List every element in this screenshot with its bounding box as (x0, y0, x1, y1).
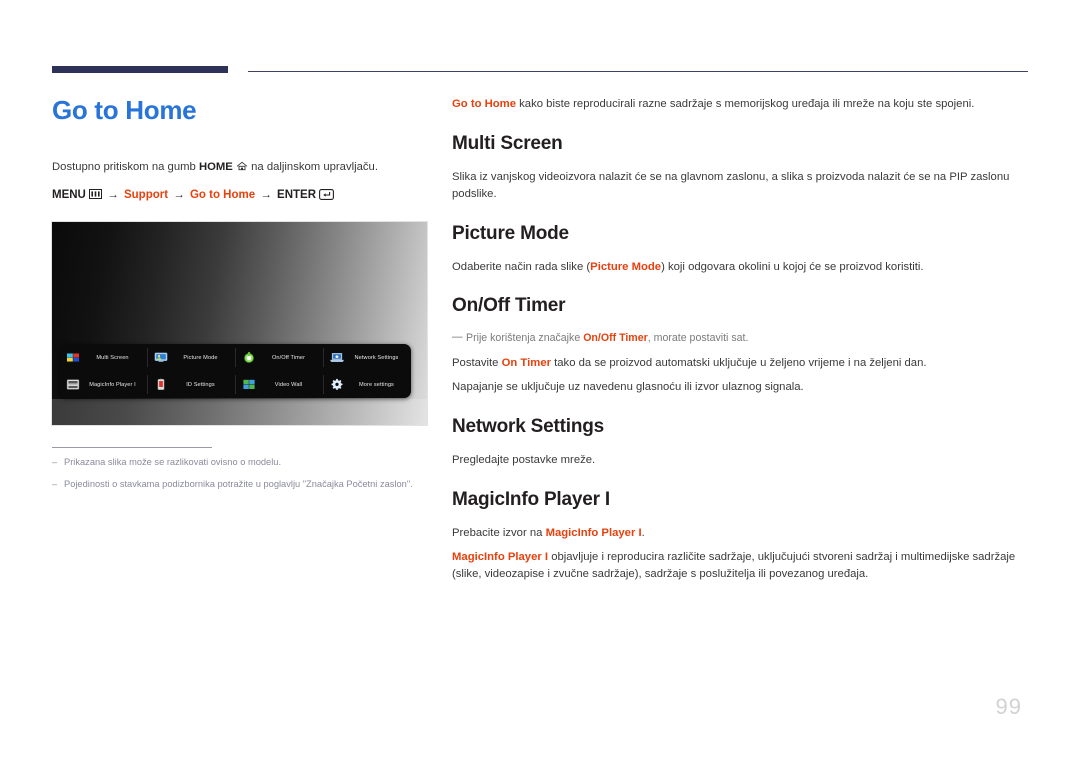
intro-paragraph-rest: kako biste reproducirali razne sadržaje … (516, 98, 975, 110)
osd-item-id-settings[interactable]: ID Settings (147, 371, 235, 398)
remote-instruction-prefix: Dostupno pritiskom na gumb (52, 160, 199, 173)
home-osd-menu: Multi Screen Picture Mode On/Off Timer N… (59, 344, 411, 399)
menu-arrow-2: → (173, 188, 185, 201)
osd-item-picture-mode[interactable]: Picture Mode (147, 344, 235, 371)
osd-item-on-off-timer[interactable]: On/Off Timer (235, 344, 323, 371)
picture-mode-term: Picture Mode (590, 260, 662, 273)
osd-item-label: Network Settings (354, 354, 399, 361)
menu-grid-icon (89, 188, 103, 199)
video-wall-icon (241, 378, 257, 391)
on-timer-term: On Timer (501, 357, 551, 370)
on-off-timer-note: — Prije korištenja značajke On/Off Timer,… (452, 331, 1028, 347)
footnote-text: Prikazana slika može se razlikovati ovis… (64, 457, 282, 468)
on-off-timer-note-pre: Prije korištenja značajke (466, 332, 584, 345)
on-off-timer-note-post: , morate postaviti sat. (647, 332, 749, 345)
id-settings-icon (153, 378, 169, 391)
on-off-timer-icon (241, 351, 257, 364)
menu-arrow-3: → (260, 188, 272, 201)
enter-key-icon (319, 189, 335, 200)
on-off-timer-term: On/Off Timer (583, 332, 648, 345)
magicinfo-source-post: . (641, 526, 645, 539)
section-body-network-settings: Pregledajte postavke mreže. (452, 453, 596, 466)
page-number: 99 (995, 694, 1022, 719)
osd-item-label: Picture Mode (183, 354, 218, 361)
footnote-dash: – (52, 479, 58, 490)
menu-arrow-1: → (107, 188, 119, 201)
footnote-dash: – (52, 457, 58, 468)
note-dash: — (452, 331, 463, 344)
picture-mode-icon (153, 351, 169, 364)
remote-instruction-suffix: na daljinskom upravljaču. (247, 160, 378, 173)
page-title: Go to Home (52, 95, 197, 125)
on-timer-line-post: tako da se proizvod automatski uključuje… (551, 357, 927, 370)
section-body-picture-mode: Odaberite način rada slike (Picture Mode… (452, 259, 1028, 276)
header-accent-bar (52, 66, 228, 73)
osd-item-multi-screen[interactable]: Multi Screen (59, 344, 147, 371)
osd-item-label: ID Settings (186, 381, 215, 388)
magicinfo-source-pre: Prebacite izvor na (452, 526, 546, 539)
osd-item-more-settings[interactable]: More settings (323, 371, 411, 398)
picture-mode-body-pre: Odaberite način rada slike ( (452, 260, 591, 273)
home-icon (236, 161, 248, 171)
menu-path-go-to-home: Go to Home (189, 188, 256, 201)
multi-screen-icon (65, 351, 81, 364)
magicinfo-source-line: Prebacite izvor na MagicInfo Player I. (452, 525, 1028, 542)
right-column: Go to Home kako biste reproducirali razn… (452, 96, 1028, 602)
network-settings-icon (329, 351, 345, 364)
header-rule (52, 66, 1028, 76)
section-heading-network-settings: Network Settings (452, 416, 604, 438)
osd-item-magicinfo-player[interactable]: MagicInfo Player I (59, 371, 147, 398)
picture-mode-body-post: ) koji odgovara okolini u kojoj će se pr… (661, 260, 924, 273)
footnote-separator (52, 447, 212, 449)
section-heading-picture-mode: Picture Mode (452, 222, 569, 244)
menu-path-support: Support (123, 188, 169, 201)
power-volume-line: Napajanje se uključuje uz navedenu glasn… (452, 381, 804, 394)
osd-item-network-settings[interactable]: Network Settings (323, 344, 411, 371)
on-timer-line: Postavite On Timer tako da se proizvod a… (452, 355, 1028, 372)
section-heading-magicinfo-player: MagicInfo Player I (452, 488, 610, 510)
menu-path-menu: MENU (52, 188, 86, 201)
magicinfo-player-term: MagicInfo Player I (452, 550, 549, 563)
section-body-multi-screen: Slika iz vanjskog videoizvora nalazit će… (452, 170, 1010, 200)
menu-path: MENU → Support → Go to Home → ENTER (52, 187, 432, 204)
section-heading-on-off-timer: On/Off Timer (452, 295, 566, 317)
tv-screenshot: Multi Screen Picture Mode On/Off Timer N… (52, 222, 427, 426)
footnote-2: – Pojedinosti o stavkama podizbornika po… (52, 478, 432, 492)
magicinfo-description: MagicInfo Player I objavljuje i reproduc… (452, 549, 1028, 583)
on-timer-line-pre: Postavite (452, 357, 502, 370)
remote-instruction: Dostupno pritiskom na gumb HOME na dalji… (52, 159, 432, 175)
menu-path-enter: ENTER (277, 188, 317, 201)
osd-item-label: Multi Screen (96, 354, 129, 361)
section-heading-multi-screen: Multi Screen (452, 132, 563, 154)
osd-item-label: MagicInfo Player I (89, 381, 136, 388)
home-button-label: HOME (198, 160, 233, 173)
osd-item-label: More settings (359, 381, 394, 388)
footnote-1: – Prikazana slika može se razlikovati ov… (52, 456, 432, 470)
magicinfo-player-icon (65, 378, 81, 391)
intro-go-to-home-term: Go to Home (452, 98, 517, 110)
intro-paragraph: Go to Home kako biste reproducirali razn… (452, 96, 1028, 113)
osd-item-label: On/Off Timer (271, 354, 306, 361)
more-settings-gear-icon (329, 378, 345, 391)
footnote-text: Pojedinosti o stavkama podizbornika potr… (64, 479, 413, 490)
magicinfo-player-term: MagicInfo Player I (545, 526, 642, 539)
header-thin-rule (248, 71, 1028, 73)
osd-item-video-wall[interactable]: Video Wall (235, 371, 323, 398)
osd-item-label: Video Wall (274, 381, 303, 388)
left-column: Go to Home Dostupno pritiskom na gumb HO… (52, 96, 432, 500)
